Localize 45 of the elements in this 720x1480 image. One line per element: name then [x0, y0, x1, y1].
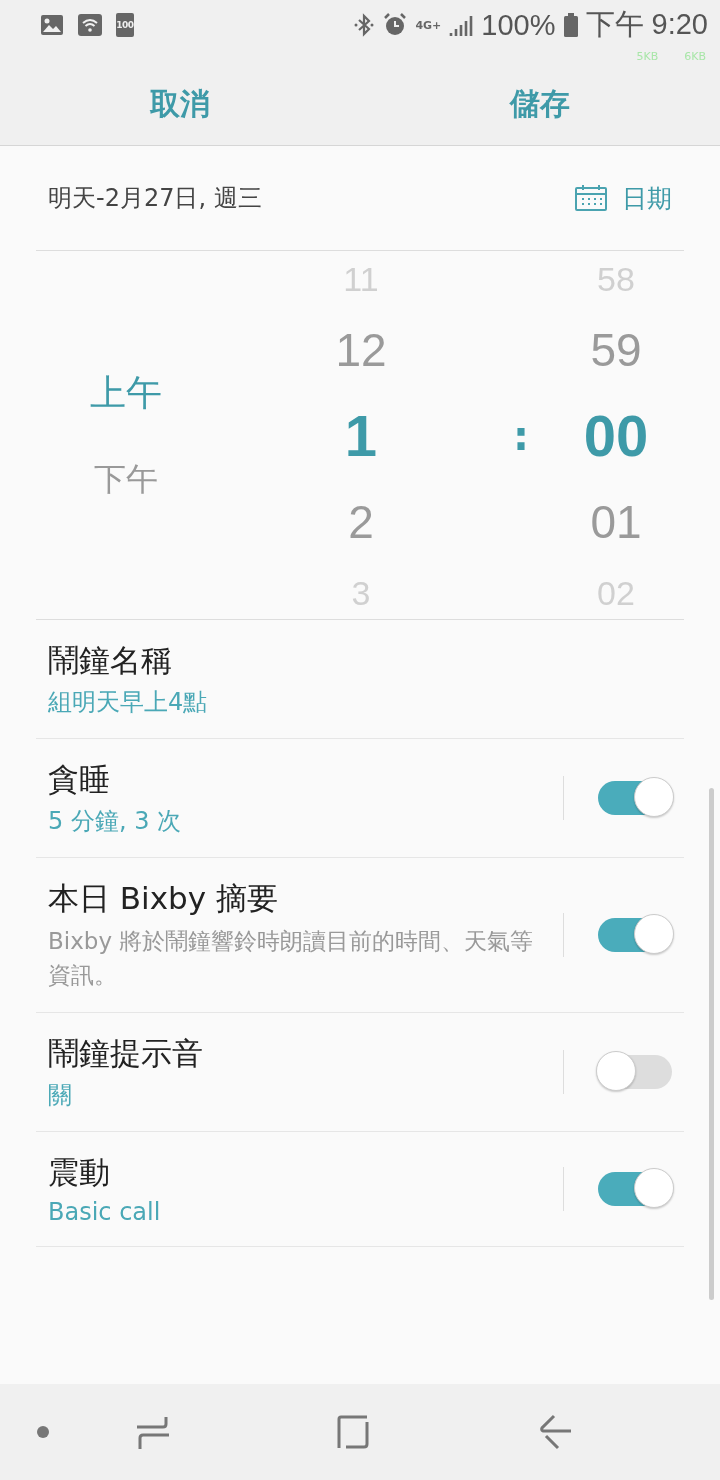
am-pm-option[interactable]: 上午: [90, 350, 162, 436]
setting-title: 震動: [48, 1153, 111, 1192]
back-icon[interactable]: [538, 1414, 572, 1450]
setting-summary: 5 分鐘, 3 次: [48, 806, 183, 837]
battery-icon: [563, 13, 578, 37]
minute-option[interactable]: 00: [583, 393, 649, 479]
cancel-button[interactable]: 取消: [0, 64, 360, 145]
setting-row[interactable]: 貪睡 5 分鐘, 3 次: [36, 739, 684, 858]
setting-title: 鬧鐘名稱: [48, 641, 173, 680]
time-separator: :: [513, 413, 529, 459]
bluetooth-icon: [353, 13, 376, 37]
setting-summary: 組明天早上4點: [48, 687, 209, 718]
hour-option[interactable]: 12: [335, 307, 387, 393]
save-button[interactable]: 儲存: [360, 64, 720, 145]
network-type-label: 4G+: [415, 18, 442, 32]
image-icon: [40, 14, 64, 36]
setting-title: 鬧鐘提示音: [48, 1034, 204, 1073]
alarm-date: 明天-2月27日, 週三: [48, 183, 262, 214]
setting-row[interactable]: 震動 Basic call: [36, 1132, 684, 1247]
hour-option[interactable]: 2: [348, 479, 374, 565]
network-speed: 6KB: [684, 50, 706, 64]
setting-row[interactable]: 鬧鐘名稱 組明天早上4點: [36, 620, 684, 739]
setting-title: 本日 Bixby 摘要: [48, 879, 279, 918]
dot-icon: [36, 1425, 50, 1439]
calendar-icon: [574, 184, 608, 212]
home-icon[interactable]: [336, 1414, 370, 1450]
recent-apps-icon[interactable]: [136, 1414, 170, 1450]
minute-option[interactable]: 01: [590, 479, 642, 565]
clock-time: 下午 9:20: [585, 7, 708, 42]
alarm-icon: [383, 13, 408, 37]
date-button[interactable]: 日期: [574, 181, 672, 215]
setting-summary: Basic call: [48, 1198, 162, 1226]
battery-level-icon: 100: [116, 13, 134, 37]
hour-option[interactable]: 1: [344, 393, 378, 479]
setting-title: 貪睡: [48, 760, 111, 799]
am-pm-option[interactable]: 下午: [94, 436, 158, 522]
wifi-icon: [78, 14, 102, 36]
setting-row[interactable]: 鬧鐘提示音 關: [36, 1013, 684, 1132]
setting-row[interactable]: 本日 Bixby 摘要 Bixby 將於鬧鐘響鈴時朗讀目前的時間、天氣等資訊。: [36, 858, 684, 1013]
setting-description: Bixby 將於鬧鐘響鈴時朗讀目前的時間、天氣等資訊。: [48, 927, 535, 990]
setting-summary: 關: [48, 1080, 73, 1111]
battery-percent: 100%: [481, 8, 556, 42]
signal-icon: [449, 14, 474, 36]
minute-option[interactable]: 59: [590, 307, 642, 393]
network-speed: 5KB: [636, 50, 659, 64]
